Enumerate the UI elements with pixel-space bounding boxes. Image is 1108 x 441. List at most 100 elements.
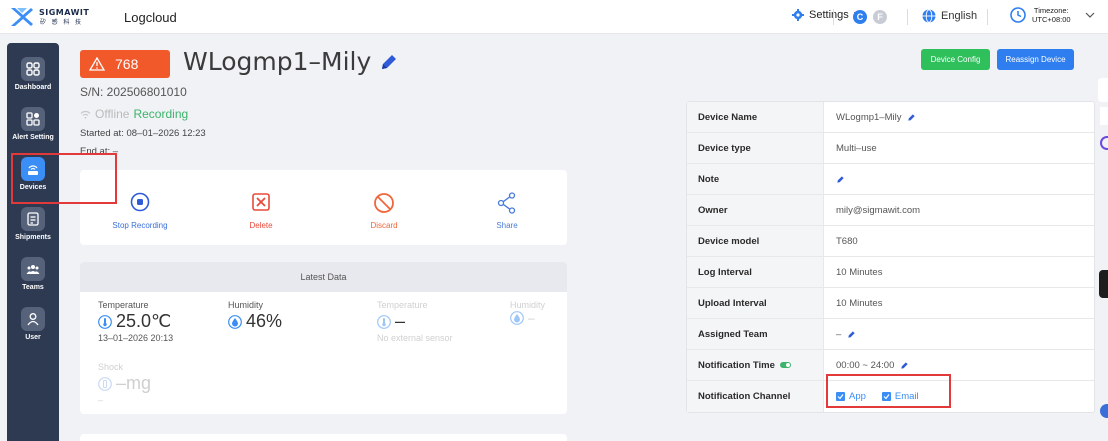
timezone-label: Timezone:	[1033, 6, 1069, 15]
info-row-owner: Owner mily@sigmawit.com	[687, 195, 1094, 226]
device-name-title: WLogmp1–Mily	[183, 47, 372, 76]
info-row-upload-interval: Upload Interval 10 Minutes	[687, 288, 1094, 319]
sidebar-label-dashboard: Dashboard	[14, 84, 52, 91]
bottom-panel	[80, 434, 567, 441]
humidity-value: 46%	[246, 311, 283, 331]
language-label: English	[941, 10, 978, 22]
app-name: Logcloud	[124, 10, 177, 25]
info-row-device-model: Device model T680	[687, 226, 1094, 257]
page-title: WLogmp1–Mily	[183, 47, 399, 76]
info-key: Owner	[687, 195, 824, 225]
external-humidity-label: Humidity	[510, 300, 546, 310]
shock-icon	[98, 376, 112, 391]
shock-time: –	[98, 395, 104, 405]
temperature-value-row: 25.0℃	[98, 311, 173, 332]
reassign-device-button[interactable]: Reassign Device	[997, 49, 1074, 70]
info-key: Notification Channel	[687, 381, 824, 412]
external-temperature-value-row: –	[377, 311, 453, 332]
edit-pencil-icon[interactable]	[900, 361, 909, 370]
external-temperature-label: Temperature	[377, 300, 428, 310]
stop-icon	[130, 192, 150, 212]
temperature-label: Temperature	[98, 300, 149, 310]
sidebar-item-alert-setting[interactable]: Alert Setting	[7, 107, 59, 141]
action-panel: Stop Recording Delete Discard Share	[80, 170, 567, 245]
settings-menu[interactable]: Settings	[792, 9, 862, 21]
thermometer-icon	[377, 314, 391, 329]
device-config-button[interactable]: Device Config	[921, 49, 990, 70]
notification-time-value: 00:00 ~ 24:00	[836, 359, 895, 371]
sidebar-label-teams: Teams	[22, 284, 44, 291]
info-key: Log Interval	[687, 257, 824, 287]
edit-pencil-icon[interactable]	[379, 52, 399, 72]
edit-pencil-icon[interactable]	[847, 330, 856, 339]
device-info-table: Device Name WLogmp1–Mily Device type Mul…	[686, 101, 1095, 413]
discard-button[interactable]: Discard	[339, 192, 429, 230]
stop-recording-label: Stop Recording	[112, 221, 168, 230]
floating-tool-stub[interactable]	[1100, 107, 1108, 125]
info-value: –	[824, 319, 1094, 349]
logo-subtext: 矽 感 科 技	[40, 20, 84, 26]
info-value	[824, 164, 1094, 194]
logo-icon	[11, 8, 33, 26]
delete-icon	[252, 193, 270, 211]
humidity-value-row: 46%	[228, 311, 282, 332]
temperature-metric: Temperature 25.0℃ 13–01–2026 20:13	[98, 300, 173, 343]
info-key: Note	[687, 164, 824, 194]
highlight-devices	[11, 153, 117, 204]
divider	[833, 9, 834, 25]
edit-pencil-icon[interactable]	[907, 113, 916, 122]
sidebar-label-user: User	[25, 334, 41, 341]
info-key: Device type	[687, 133, 824, 163]
dashboard-icon	[21, 57, 45, 81]
timezone-selector[interactable]: Timezone: UTC+08:00	[1010, 6, 1095, 24]
notification-toggle[interactable]	[779, 362, 791, 368]
sidebar-item-dashboard[interactable]: Dashboard	[7, 57, 59, 91]
sidebar-item-teams[interactable]: Teams	[7, 257, 59, 291]
discard-label: Discard	[370, 221, 398, 230]
serial-number: S/N: 202506801010	[80, 85, 187, 99]
share-icon	[497, 192, 516, 214]
floating-tool-stub[interactable]	[1098, 78, 1108, 102]
info-key: Notification Time	[687, 350, 824, 380]
started-at: Started at: 08–01–2026 12:23	[80, 128, 206, 139]
latest-data-title: Latest Data	[80, 262, 567, 292]
sidebar: Dashboard Alert Setting Devices Shipment…	[7, 43, 59, 441]
language-selector[interactable]: English	[922, 9, 977, 23]
floating-tool-stub[interactable]	[1100, 404, 1108, 418]
droplet-icon	[510, 311, 524, 325]
status-offline: Offline	[95, 107, 130, 121]
chevron-down-icon	[1085, 12, 1094, 18]
sidebar-item-user[interactable]: User	[7, 307, 59, 341]
user-icon	[21, 307, 45, 331]
sidebar-label-alert-setting: Alert Setting	[12, 134, 54, 141]
temperature-time: 13–01–2026 20:13	[98, 333, 174, 343]
divider	[987, 9, 988, 25]
user-badge-c[interactable]: C	[853, 10, 867, 24]
teams-icon	[21, 257, 45, 281]
thermometer-icon	[98, 314, 112, 329]
alarm-count-badge[interactable]: 768	[80, 50, 170, 78]
shock-label: Shock	[98, 362, 124, 372]
info-row-device-name: Device Name WLogmp1–Mily	[687, 102, 1094, 133]
logo-text: SIGMAWIT	[39, 8, 90, 17]
top-bar: SIGMAWIT 矽 感 科 技 Logcloud Settings C F E…	[0, 0, 1108, 34]
info-row-assigned-team: Assigned Team –	[687, 319, 1094, 350]
sigmawit-logo[interactable]: SIGMAWIT 矽 感 科 技	[9, 6, 114, 28]
shipments-icon	[21, 207, 45, 231]
timezone-value: UTC+08:00	[1032, 15, 1071, 24]
notification-time-label: Notification Time	[698, 359, 775, 371]
floating-assistant-icon[interactable]	[1100, 136, 1108, 150]
humidity-metric: Humidity 46%	[228, 300, 282, 332]
sidebar-item-shipments[interactable]: Shipments	[7, 207, 59, 241]
highlight-notification-channel	[826, 374, 951, 408]
status-recording: Recording	[133, 107, 189, 121]
user-badge-f[interactable]: F	[873, 10, 887, 24]
delete-button[interactable]: Delete	[216, 192, 306, 230]
divider	[907, 9, 908, 25]
floating-tool-stub[interactable]	[1099, 270, 1108, 298]
share-button[interactable]: Share	[462, 192, 552, 230]
clock-icon	[1010, 7, 1026, 23]
edit-pencil-icon[interactable]	[836, 175, 845, 184]
info-row-note: Note	[687, 164, 1094, 195]
shock-metric: Shock –mg –	[98, 362, 151, 405]
